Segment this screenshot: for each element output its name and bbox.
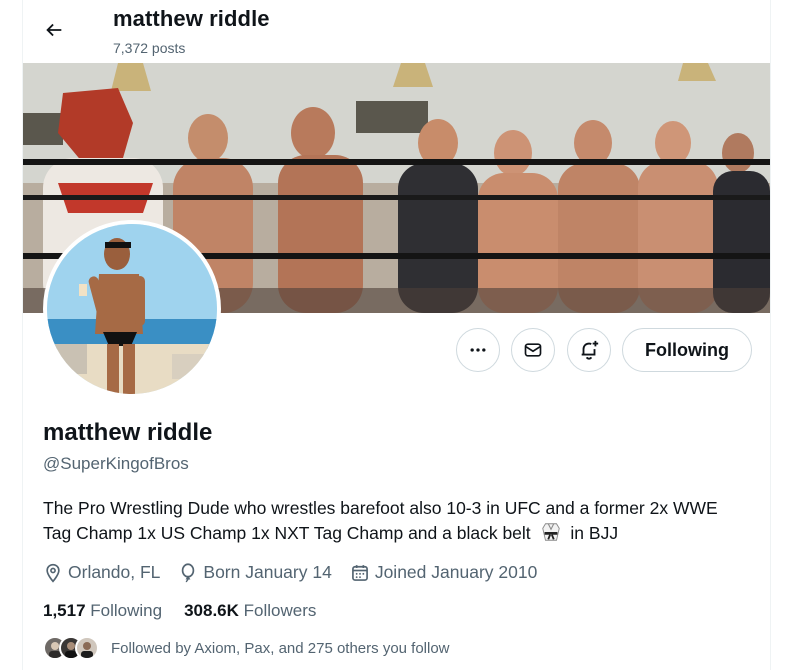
back-button[interactable] [37, 13, 71, 47]
profile-meta: Orlando, FL Born January 14 Joined Janua… [43, 562, 555, 583]
following-button[interactable]: Following [622, 328, 752, 372]
following-count: 1,517 [43, 601, 86, 620]
notification-add-icon [581, 340, 599, 360]
profile-avatar[interactable] [43, 220, 221, 398]
location-icon [46, 563, 60, 583]
birthday: Born January 14 [178, 562, 332, 583]
location-text: Orlando, FL [68, 562, 161, 582]
message-icon [524, 343, 542, 357]
location: Orlando, FL [43, 562, 160, 583]
join-date-text: Joined January 2010 [374, 562, 538, 582]
following-link[interactable]: 1,517 Following [43, 601, 162, 621]
bio-text-end: in BJJ [570, 523, 619, 543]
message-button[interactable] [511, 328, 555, 372]
notifications-button[interactable] [567, 328, 611, 372]
header-post-count: 7,372 posts [113, 40, 186, 56]
profile-name: matthew riddle [43, 419, 213, 446]
profile-bio: The Pro Wrestling Dude who wrestles bare… [43, 496, 743, 550]
followed-by-link[interactable]: Followed by Axiom, Pax, and 275 others y… [43, 636, 450, 660]
followers-label: Followers [243, 601, 317, 620]
profile-handle: @SuperKingofBros [43, 454, 189, 473]
join-date: Joined January 2010 [350, 562, 537, 583]
profile-header-bar: matthew riddle 7,372 posts [23, 0, 770, 63]
more-icon [470, 348, 486, 352]
birthday-text: Born January 14 [203, 562, 332, 582]
balloon-icon [182, 562, 195, 582]
header-name: matthew riddle [113, 6, 270, 31]
follower-avatar [75, 636, 99, 660]
followers-count: 308.6K [184, 601, 239, 620]
followers-link[interactable]: 308.6K Followers [184, 601, 316, 621]
calendar-icon [351, 564, 368, 581]
profile-column: matthew riddle 7,372 posts Following mat… [22, 0, 771, 670]
following-label: Following [90, 601, 163, 620]
back-arrow-icon [46, 23, 62, 37]
profile-stats: 1,517 Following 308.6K Followers [43, 601, 338, 621]
followed-by-text: Followed by Axiom, Pax, and 275 others y… [111, 639, 450, 657]
avatar-photo [47, 224, 217, 394]
martial-arts-uniform-icon [540, 521, 562, 550]
more-button[interactable] [456, 328, 500, 372]
